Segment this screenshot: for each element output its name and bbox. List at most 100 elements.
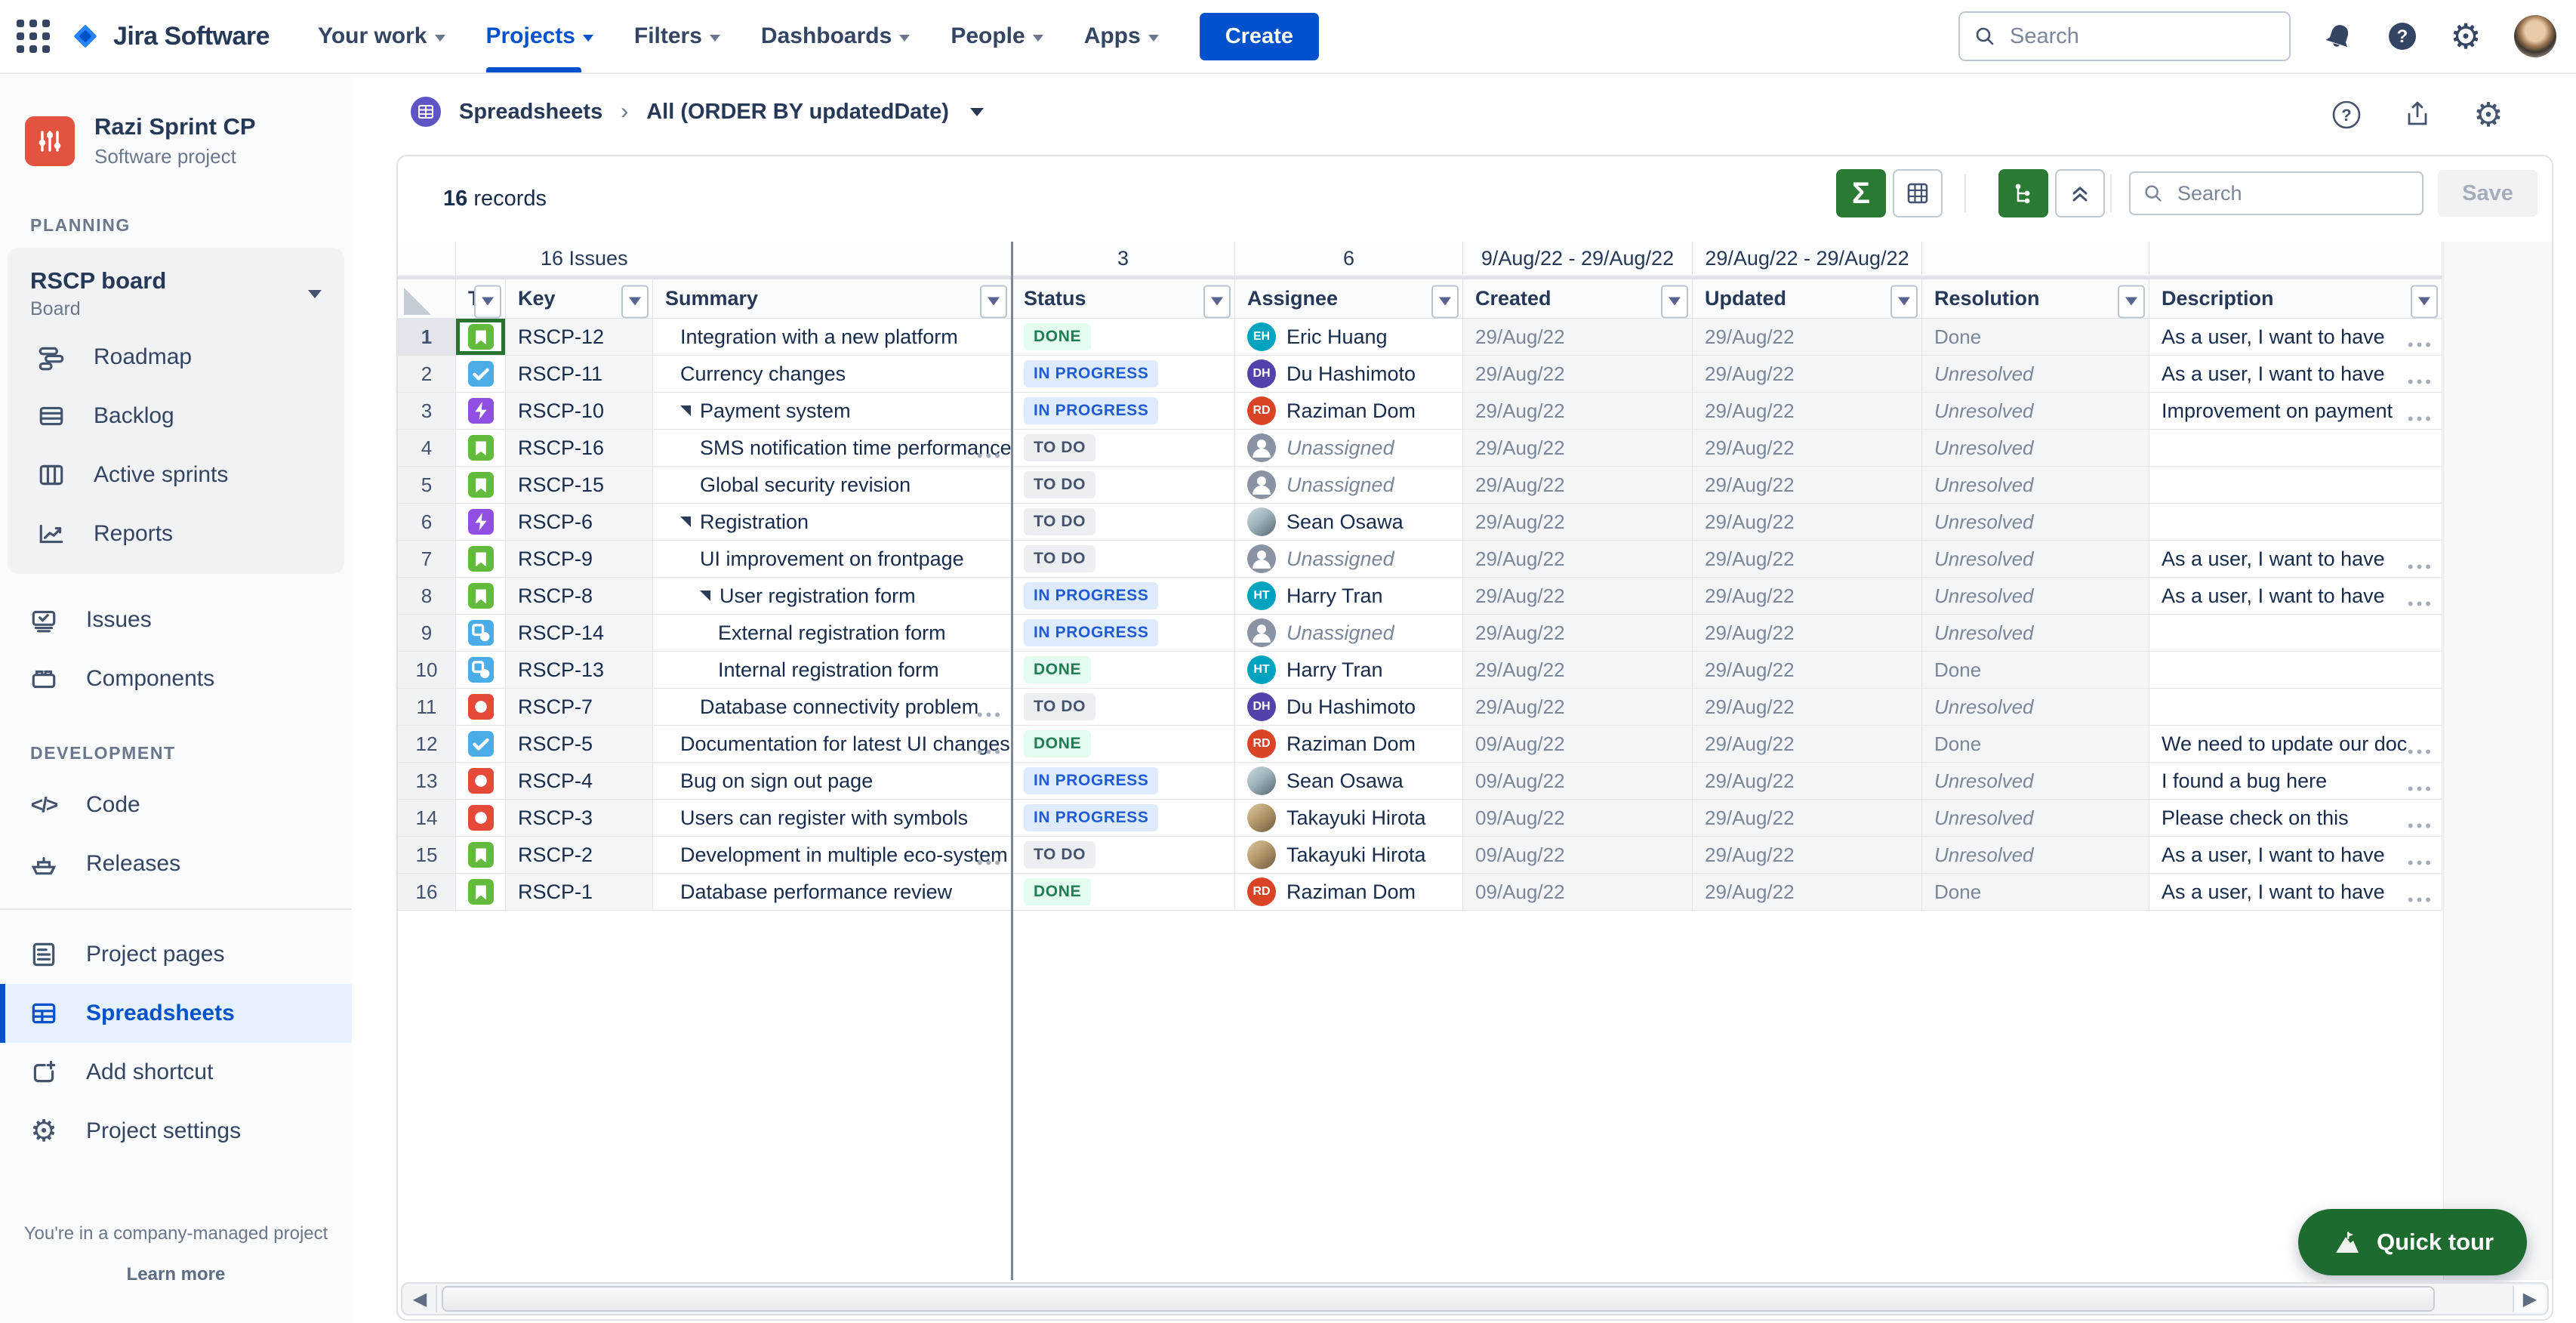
view-settings-gear-icon[interactable]: ⚙ [2473, 100, 2504, 130]
summary-cell[interactable]: Documentation for latest UI changes••• [653, 726, 1012, 763]
status-cell[interactable]: TO DO [1012, 541, 1235, 578]
updated-cell[interactable]: 29/Aug/22 [1693, 615, 1922, 652]
global-search-input[interactable] [2008, 23, 2276, 50]
assignee-cell[interactable]: Takayuki Hirota [1235, 837, 1463, 874]
summary-cell[interactable]: Registration [653, 504, 1012, 541]
filter-created-button[interactable] [1661, 285, 1688, 318]
issue-type-cell[interactable] [456, 504, 506, 541]
issue-type-cell[interactable] [456, 578, 506, 615]
sidebar-item-project-settings[interactable]: ⚙ Project settings [0, 1102, 352, 1161]
table-search[interactable] [2129, 171, 2423, 215]
frozen-pane-divider[interactable] [1011, 242, 1013, 1280]
export-icon[interactable] [2402, 100, 2433, 130]
scroll-right-arrow[interactable]: ▶ [2513, 1285, 2546, 1312]
created-cell[interactable]: 29/Aug/22 [1463, 504, 1693, 541]
filter-status-button[interactable] [1203, 285, 1231, 318]
description-cell[interactable]: As a user, I want to have••• [2149, 837, 2442, 874]
collapse-expander-icon[interactable] [680, 517, 691, 527]
created-cell[interactable]: 29/Aug/22 [1463, 689, 1693, 726]
issue-key-cell[interactable]: RSCP-6 [506, 504, 653, 541]
row-number[interactable]: 12 [398, 726, 456, 763]
description-cell[interactable]: I found a bug here••• [2149, 763, 2442, 800]
jira-logo[interactable]: Jira Software [68, 19, 270, 54]
breadcrumb-page[interactable]: All (ORDER BY updatedDate) [646, 100, 949, 125]
issue-type-cell[interactable] [456, 356, 506, 393]
assignee-cell[interactable]: HTHarry Tran [1235, 652, 1463, 689]
sidebar-item-active-sprints[interactable]: Active sprints [8, 446, 344, 504]
select-all-corner[interactable] [398, 279, 456, 319]
issue-key-cell[interactable]: RSCP-4 [506, 763, 653, 800]
updated-cell[interactable]: 29/Aug/22 [1693, 689, 1922, 726]
status-cell[interactable]: TO DO [1012, 467, 1235, 504]
issue-type-cell[interactable] [456, 319, 506, 356]
updated-cell[interactable]: 29/Aug/22 [1693, 356, 1922, 393]
updated-cell[interactable]: 29/Aug/22 [1693, 726, 1922, 763]
nav-filters[interactable]: Filters [634, 0, 720, 72]
issue-type-cell[interactable] [456, 726, 506, 763]
created-cell[interactable]: 09/Aug/22 [1463, 763, 1693, 800]
status-cell[interactable]: DONE [1012, 319, 1235, 356]
description-cell[interactable]: We need to update our doc••• [2149, 726, 2442, 763]
resolution-cell[interactable]: Done [1922, 319, 2149, 356]
sidebar-item-reports[interactable]: Reports [8, 504, 344, 563]
resolution-cell[interactable]: Unresolved [1922, 430, 2149, 467]
created-cell[interactable]: 09/Aug/22 [1463, 837, 1693, 874]
status-cell[interactable]: TO DO [1012, 504, 1235, 541]
created-cell[interactable]: 29/Aug/22 [1463, 430, 1693, 467]
status-cell[interactable]: IN PROGRESS [1012, 356, 1235, 393]
description-cell[interactable] [2149, 430, 2442, 467]
status-cell[interactable]: IN PROGRESS [1012, 393, 1235, 430]
issue-type-cell[interactable] [456, 430, 506, 467]
help-circle-icon[interactable]: ? [2331, 100, 2362, 130]
collapse-all-button[interactable] [2055, 169, 2105, 217]
created-cell[interactable]: 29/Aug/22 [1463, 393, 1693, 430]
row-number[interactable]: 4 [398, 430, 456, 467]
create-button[interactable]: Create [1200, 13, 1319, 60]
created-cell[interactable]: 29/Aug/22 [1463, 652, 1693, 689]
collapse-expander-icon[interactable] [700, 591, 710, 601]
issue-key-cell[interactable]: RSCP-11 [506, 356, 653, 393]
user-avatar[interactable] [2514, 15, 2556, 57]
project-header[interactable]: Razi Sprint CP Software project [25, 113, 352, 168]
collapse-expander-icon[interactable] [680, 406, 691, 416]
filter-type-button[interactable] [474, 285, 501, 318]
column-header-updated[interactable]: Updated [1693, 279, 1922, 319]
sum-formula-button[interactable]: Σ [1836, 169, 1886, 217]
updated-cell[interactable]: 29/Aug/22 [1693, 874, 1922, 911]
status-cell[interactable]: TO DO [1012, 689, 1235, 726]
quick-tour-button[interactable]: Quick tour [2298, 1209, 2527, 1275]
status-cell[interactable]: DONE [1012, 874, 1235, 911]
column-header-resolution[interactable]: Resolution [1922, 279, 2149, 319]
description-cell[interactable]: As a user, I want to have••• [2149, 356, 2442, 393]
row-number[interactable]: 6 [398, 504, 456, 541]
assignee-cell[interactable]: EHEric Huang [1235, 319, 1463, 356]
sidebar-item-roadmap[interactable]: Roadmap [8, 328, 344, 387]
nav-people[interactable]: People [951, 0, 1043, 72]
issue-key-cell[interactable]: RSCP-3 [506, 800, 653, 837]
row-number[interactable]: 8 [398, 578, 456, 615]
issue-type-cell[interactable] [456, 615, 506, 652]
description-cell[interactable]: As a user, I want to have••• [2149, 578, 2442, 615]
updated-cell[interactable]: 29/Aug/22 [1693, 467, 1922, 504]
summary-cell[interactable]: UI improvement on frontpage [653, 541, 1012, 578]
status-cell[interactable]: DONE [1012, 652, 1235, 689]
resolution-cell[interactable]: Done [1922, 652, 2149, 689]
issue-key-cell[interactable]: RSCP-9 [506, 541, 653, 578]
summary-cell[interactable]: Users can register with symbols [653, 800, 1012, 837]
resolution-cell[interactable]: Unresolved [1922, 504, 2149, 541]
assignee-cell[interactable]: Unassigned [1235, 430, 1463, 467]
updated-cell[interactable]: 29/Aug/22 [1693, 800, 1922, 837]
help-icon[interactable]: ? [2387, 21, 2417, 51]
description-cell[interactable] [2149, 467, 2442, 504]
created-cell[interactable]: 29/Aug/22 [1463, 578, 1693, 615]
description-cell[interactable] [2149, 615, 2442, 652]
resolution-cell[interactable]: Done [1922, 874, 2149, 911]
description-cell[interactable]: Please check on this••• [2149, 800, 2442, 837]
resolution-cell[interactable]: Unresolved [1922, 356, 2149, 393]
resolution-cell[interactable]: Unresolved [1922, 763, 2149, 800]
summary-cell[interactable]: Global security revision [653, 467, 1012, 504]
settings-gear-icon[interactable]: ⚙ [2451, 21, 2481, 51]
description-cell[interactable]: Improvement on payment••• [2149, 393, 2442, 430]
assignee-cell[interactable]: DHDu Hashimoto [1235, 356, 1463, 393]
summary-cell[interactable]: SMS notification time performance••• [653, 430, 1012, 467]
